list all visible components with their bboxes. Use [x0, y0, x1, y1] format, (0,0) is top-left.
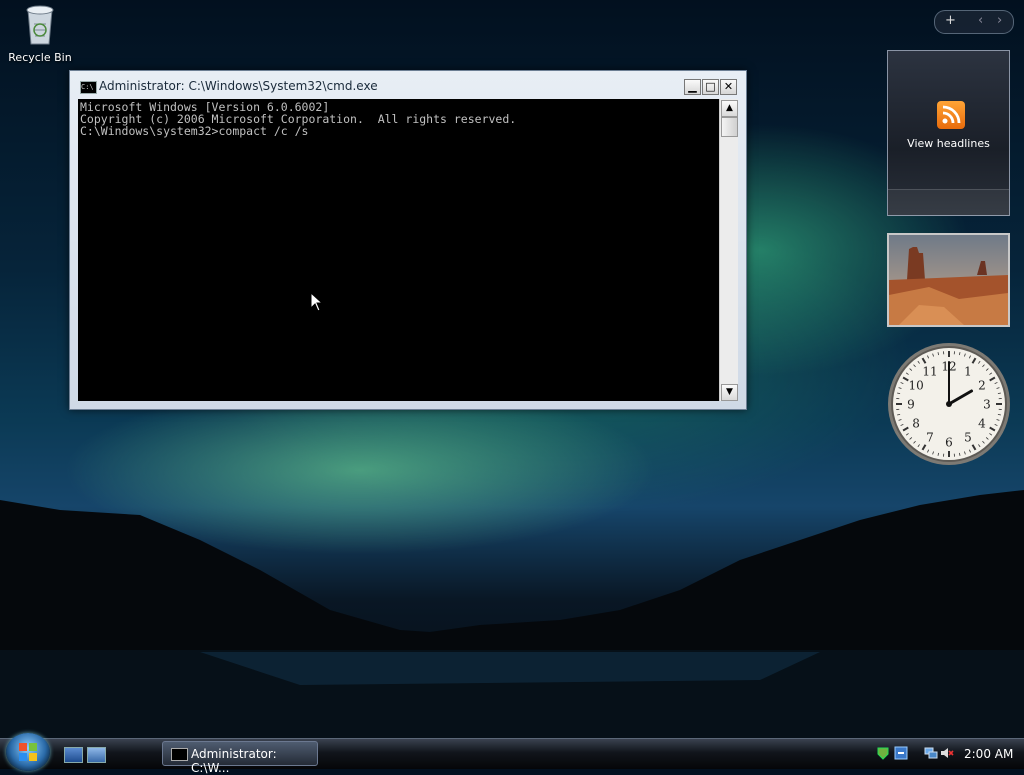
system-tray: 2:00 AM — [872, 741, 1022, 767]
sidebar-controls: + ‹ › — [934, 10, 1014, 34]
console-output[interactable]: Microsoft Windows [Version 6.0.6002]Copy… — [78, 99, 719, 401]
taskbar-cmd-button[interactable]: Administrator: C:\W... — [162, 741, 318, 766]
console-prompt-line: C:\Windows\system32>compact /c /s — [80, 125, 719, 137]
minimize-button[interactable]: ▁ — [684, 79, 701, 95]
switch-windows-icon[interactable] — [87, 747, 106, 763]
taskbar-cmd-label: Administrator: C:\W... — [191, 747, 317, 775]
start-orb-button[interactable] — [6, 733, 50, 771]
clock-numeral: 3 — [983, 398, 991, 412]
feed-headlines-gadget[interactable]: View headlines — [887, 50, 1010, 216]
clock-numeral: 9 — [907, 398, 915, 412]
cmd-taskbar-icon — [171, 748, 188, 761]
vertical-scrollbar[interactable]: ▲ ▼ — [719, 99, 738, 401]
window-titlebar[interactable]: C:\ Administrator: C:\Windows\System32\c… — [70, 71, 746, 97]
cmd-icon: C:\ — [80, 81, 97, 94]
recycle-bin-icon — [22, 2, 58, 46]
taskbar-clock[interactable]: 2:00 AM — [964, 747, 1013, 761]
view-headlines-link[interactable]: View headlines — [888, 137, 1009, 150]
recycle-bin-label: Recycle Bin — [6, 51, 74, 64]
clock-numeral: 5 — [964, 430, 972, 444]
maximize-button[interactable]: □ — [702, 79, 719, 95]
clock-numeral: 4 — [978, 417, 986, 431]
add-gadget-button[interactable]: + — [945, 13, 956, 28]
slideshow-gadget[interactable] — [887, 233, 1010, 327]
window-title: Administrator: C:\Windows\System32\cmd.e… — [99, 79, 378, 93]
taskbar: Administrator: C:\W... 2:00 AM — [0, 738, 1024, 769]
network-icon[interactable] — [924, 746, 938, 760]
scroll-up-arrow-icon[interactable]: ▲ — [721, 100, 738, 117]
clock-numeral: 7 — [926, 430, 934, 444]
updates-icon[interactable] — [894, 746, 908, 760]
landscape-silhouette — [0, 480, 1024, 740]
feed-gadget-footer — [888, 189, 1009, 216]
recycle-bin-desktop-icon[interactable]: Recycle Bin — [6, 2, 74, 64]
scroll-thumb[interactable] — [721, 117, 738, 137]
rss-icon — [937, 101, 965, 129]
next-gadget-button[interactable]: › — [997, 13, 1002, 28]
clock-center-pin — [946, 401, 952, 407]
security-center-icon[interactable] — [876, 746, 890, 760]
clock-numeral: 10 — [908, 379, 923, 393]
clock-numeral: 1 — [964, 365, 972, 379]
volume-muted-icon[interactable] — [940, 746, 954, 760]
clock-numeral: 11 — [922, 365, 937, 379]
show-desktop-icon[interactable] — [64, 747, 83, 763]
cmd-window[interactable]: C:\ Administrator: C:\Windows\System32\c… — [69, 70, 747, 410]
scroll-down-arrow-icon[interactable]: ▼ — [721, 384, 738, 401]
close-button[interactable]: ✕ — [720, 79, 737, 95]
prev-gadget-button[interactable]: ‹ — [978, 13, 983, 28]
clock-numeral: 8 — [912, 417, 920, 431]
windows-logo-icon — [6, 733, 50, 771]
mouse-cursor-icon — [310, 292, 322, 312]
clock-gadget[interactable]: 121234567891011 — [886, 341, 1012, 467]
clock-numeral: 6 — [945, 436, 953, 450]
clock-numeral: 2 — [978, 379, 986, 393]
desert-photo-image — [889, 235, 1008, 325]
